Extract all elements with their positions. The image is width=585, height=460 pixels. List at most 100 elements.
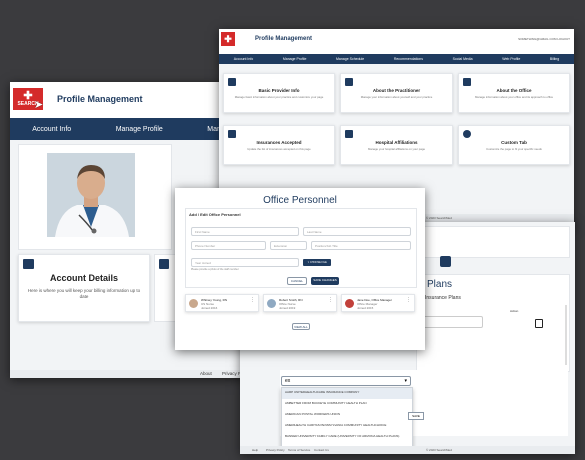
- footer-help-link[interactable]: Help: [252, 448, 258, 452]
- option-item[interactable]: AMERIHEALTH CARITAS PENNSYLVANIA COMMUNI…: [282, 421, 412, 432]
- option-item[interactable]: BANNER UNIVERSITY FAMILY CARE (UNIVERSIT…: [282, 432, 412, 445]
- card-title: About the Office: [496, 88, 532, 93]
- insurance-panel: Plans Insurance Plans Action: [416, 274, 570, 372]
- card-text: Manage information about your office and…: [474, 95, 554, 99]
- chevron-down-icon: ▾: [404, 378, 407, 384]
- plan-row-field[interactable]: [421, 316, 483, 328]
- nav-billing[interactable]: Billing: [550, 57, 559, 61]
- personnel-form: Add / Edit Office Personnel First Name L…: [185, 208, 417, 288]
- provider-footer-text: © 2023 SearchMed: [426, 216, 452, 220]
- card-about-office[interactable]: About the Office Manage information abou…: [458, 73, 570, 113]
- nav-account-info[interactable]: Account Info: [32, 126, 71, 133]
- personnel-meta: Joined 2016: [201, 306, 218, 310]
- insurance-title: Plans: [427, 279, 453, 290]
- view-all-button[interactable]: VIEW ALL: [292, 323, 310, 330]
- provider-header: ✚ Profile Management SOMETHING@GMAIL.COM…: [219, 29, 574, 51]
- year-joined-field[interactable]: Year Joined: [191, 258, 299, 267]
- footer-about-link[interactable]: About: [200, 371, 212, 376]
- card-title: About the Practitioner: [372, 88, 421, 93]
- avatar: [345, 299, 354, 308]
- first-name-field[interactable]: First Name: [191, 227, 299, 236]
- account-details-card[interactable]: Account Details Here is where you will k…: [18, 254, 150, 322]
- option-item[interactable]: AARP UNITEDHEALTHCARE INSURANCE COMPANY: [282, 388, 412, 399]
- nav-manage-profile[interactable]: Manage Profile: [283, 57, 307, 61]
- card-text: Update the list of insurances accepted o…: [247, 147, 311, 151]
- billing-icon: [159, 259, 169, 269]
- more-icon[interactable]: ⋮: [406, 297, 411, 303]
- personnel-card[interactable]: Jane Doe, Office Manager Office Manager …: [341, 294, 415, 312]
- page-title: Profile Management: [57, 94, 143, 104]
- card-title: Basic Provider Info: [258, 88, 300, 93]
- card-insurances-accepted[interactable]: Insurances Accepted Update the list of i…: [223, 125, 335, 165]
- card-custom-tab[interactable]: Custom Tab Customize the page to fit you…: [458, 125, 570, 165]
- option-item[interactable]: AMBETTER FROM BUCKEYE COMMUNITY HEALTH P…: [282, 399, 412, 410]
- nav-recommendations[interactable]: Recommendations: [394, 57, 423, 61]
- insurance-subtitle: Insurance Plans: [425, 295, 461, 301]
- action-column-header: Action: [510, 309, 519, 313]
- document-icon: [345, 78, 353, 86]
- user-icon: [228, 78, 236, 86]
- nav-manage-schedule[interactable]: Manage Schedule: [336, 57, 364, 61]
- cursor-icon: ➤: [34, 99, 44, 111]
- scrollbar[interactable]: [565, 305, 567, 365]
- more-icon[interactable]: ⋮: [328, 297, 333, 303]
- cross-icon: ✚: [224, 33, 232, 44]
- nav-manage-profile[interactable]: Manage Profile: [116, 126, 163, 133]
- insurance-save-button[interactable]: SAVE: [408, 412, 424, 420]
- personnel-meta: Joined 2015: [357, 306, 374, 310]
- gear-icon: [463, 130, 471, 138]
- more-icon[interactable]: ⋮: [250, 297, 255, 303]
- personnel-meta: Joined 2019: [279, 306, 296, 310]
- provider-page-title: Profile Management: [255, 36, 313, 42]
- choose-file-button[interactable]: ⇪ CHOOSE FILE: [303, 259, 331, 266]
- cross-icon: ✚: [23, 90, 33, 102]
- personnel-title: Office Personnel: [263, 195, 337, 206]
- card-title: Hospital Affiliations: [375, 140, 418, 145]
- form-section-title: Add / Edit Office Personnel: [189, 212, 241, 217]
- avatar-card: [18, 144, 172, 250]
- avatar[interactable]: [47, 153, 135, 237]
- card-hospital-affiliations[interactable]: Hospital Affiliations Manage your hospit…: [340, 125, 453, 165]
- footer-terms-link[interactable]: Terms of Service: [288, 448, 310, 452]
- position-field[interactable]: Position/Job Title: [311, 241, 411, 250]
- account-description: Here is where you will keep your billing…: [27, 288, 141, 299]
- footer-contact-link[interactable]: Contact Us: [314, 448, 329, 452]
- card-about-practitioner[interactable]: About the Practitioner Manage your infor…: [340, 73, 453, 113]
- hospital-icon: [345, 130, 353, 138]
- delete-icon[interactable]: [535, 319, 543, 328]
- phone-number-field[interactable]: Phone Number: [191, 241, 266, 250]
- insurance-select[interactable]: ex ▾: [281, 376, 411, 386]
- personnel-card[interactable]: Whitney Young, RN US Nurse Joined 2016 ⋮: [185, 294, 259, 312]
- nav-account-info[interactable]: Account Info: [234, 57, 253, 61]
- insurance-top-cards: [408, 226, 570, 258]
- check-icon: [228, 130, 236, 138]
- last-name-field[interactable]: Last Name: [303, 227, 411, 236]
- personnel-card[interactable]: Robert Smith, RN Office Nurse Joined 201…: [263, 294, 337, 312]
- avatar: [267, 299, 276, 308]
- insurance-footer-right: © 2023 SearchMed: [426, 448, 452, 452]
- photo-hint: Please provide a photo of the staff memb…: [191, 268, 239, 271]
- upload-icon: ⇪: [307, 261, 310, 264]
- footer-privacy-link[interactable]: Privacy Policy: [266, 448, 285, 452]
- card-text: Manage your information about yourself a…: [360, 95, 433, 99]
- account-icon: [23, 259, 34, 269]
- nav-social-media[interactable]: Social Media: [453, 57, 473, 61]
- save-changes-button[interactable]: SAVE CHANGES: [311, 277, 339, 285]
- card-title: Custom Tab: [501, 140, 527, 145]
- card-text: Customize the page to fit your specific …: [486, 147, 542, 151]
- brand-logo-small[interactable]: ✚: [221, 32, 235, 46]
- option-item[interactable]: AMERICAN POSTAL WORKERS UNION: [282, 410, 412, 421]
- phone-icon: [463, 78, 471, 86]
- account-menu[interactable]: SOMETHING@GMAIL.COM LOGOUT: [518, 37, 570, 41]
- extension-field[interactable]: Extension: [270, 241, 307, 250]
- insurance-options: AARP UNITEDHEALTHCARE INSURANCE COMPANY …: [281, 387, 413, 454]
- insurance-footer: Help Privacy Policy Terms of Service Con…: [240, 446, 575, 454]
- card-basic-provider-info[interactable]: Basic Provider Info Manage basic informa…: [223, 73, 335, 113]
- choose-file-label: CHOOSE FILE: [310, 261, 327, 264]
- provider-nav: Account Info Manage Profile Manage Sched…: [219, 54, 574, 64]
- cancel-button[interactable]: CANCEL: [287, 277, 307, 285]
- card-text: Manage your hospital affiliations on you…: [367, 147, 425, 151]
- insurance-select-value: ex: [285, 378, 291, 384]
- card-title: Insurances Accepted: [256, 140, 302, 145]
- nav-web-profile[interactable]: Web Profile: [502, 57, 520, 61]
